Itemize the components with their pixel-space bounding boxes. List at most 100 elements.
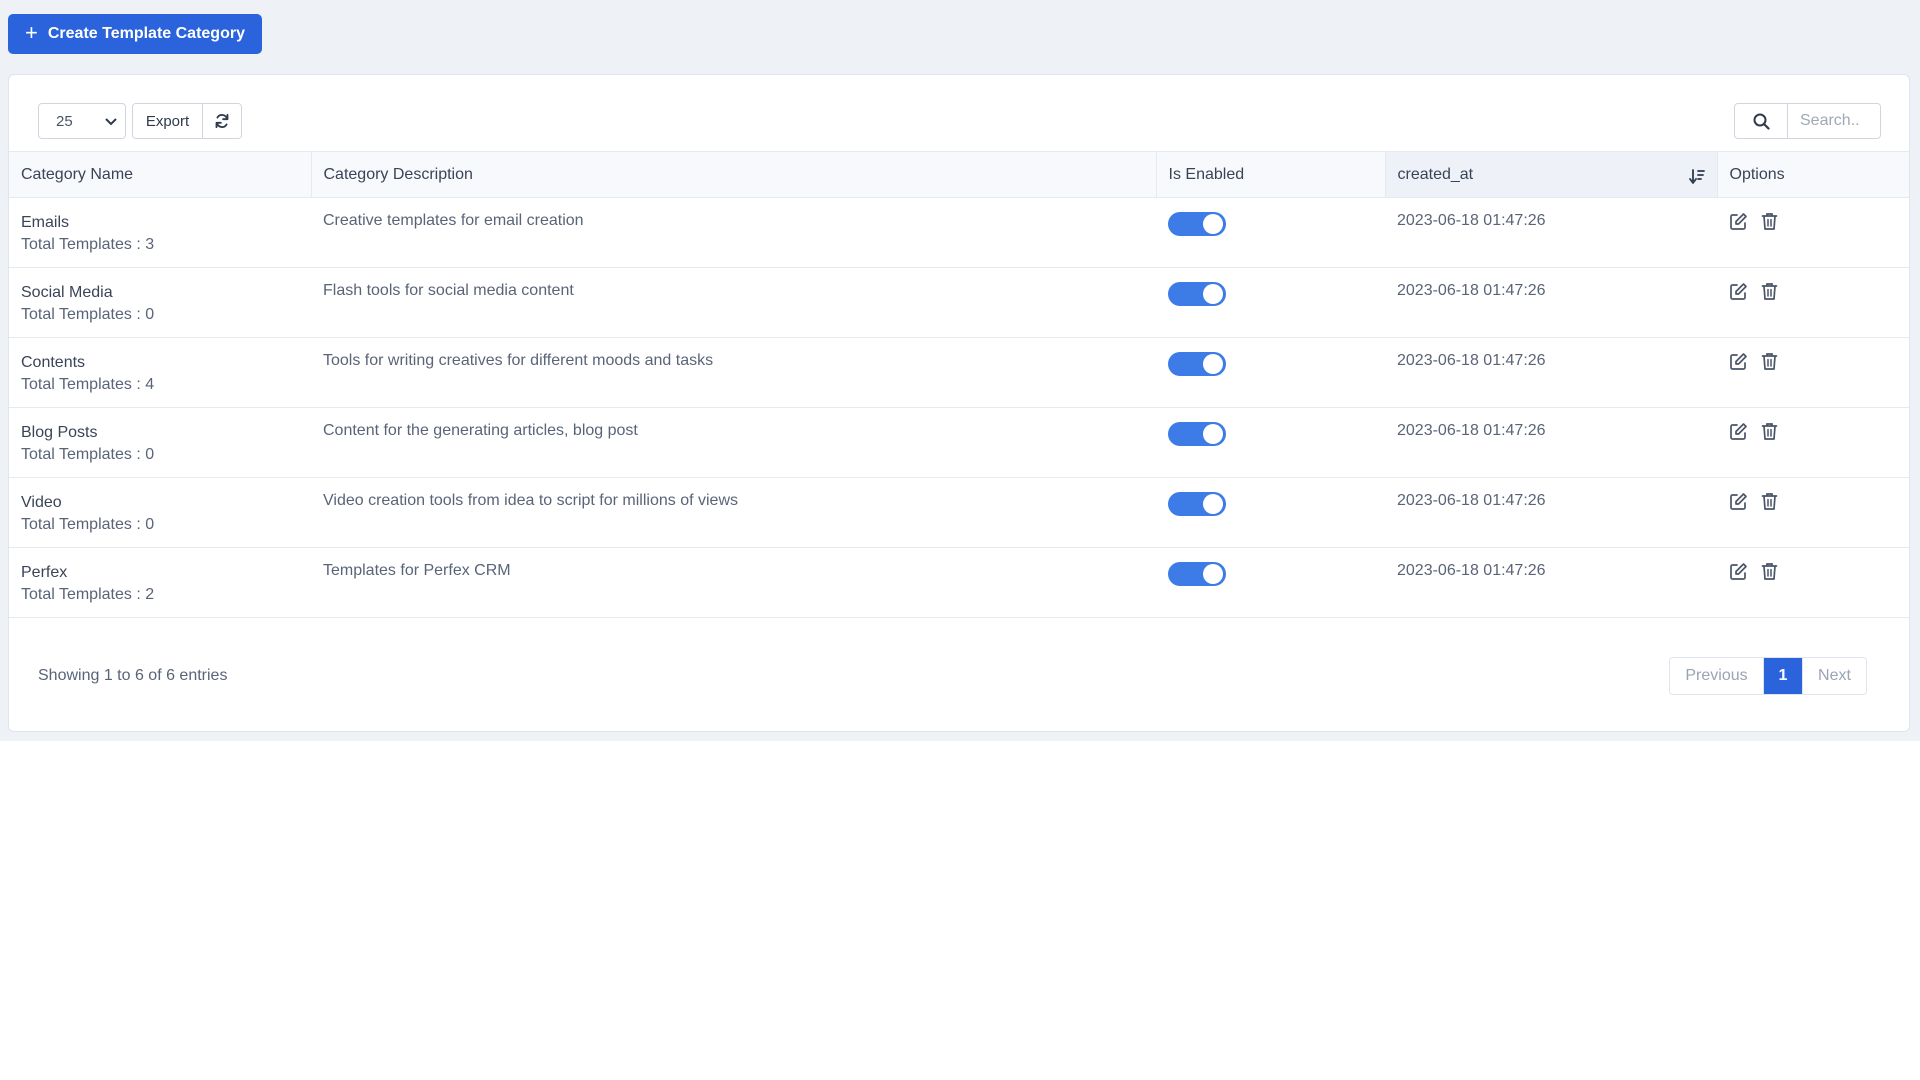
is-enabled-cell (1156, 267, 1385, 338)
search-input[interactable] (1788, 104, 1880, 138)
category-description-cell: Tools for writing creatives for differen… (311, 337, 1156, 408)
sort-descending-icon (1688, 168, 1705, 191)
column-header-category-name[interactable]: Category Name (9, 151, 311, 198)
refresh-button[interactable] (203, 104, 241, 138)
category-description: Creative templates for email creation (323, 212, 584, 229)
entries-info: Showing 1 to 6 of 6 entries (38, 667, 228, 684)
category-description: Video creation tools from idea to script… (323, 492, 738, 509)
edit-icon[interactable] (1729, 352, 1748, 371)
refresh-icon (215, 113, 229, 129)
enabled-toggle[interactable] (1168, 422, 1226, 446)
column-header-category-description[interactable]: Category Description (310, 151, 1156, 198)
category-description-cell: Creative templates for email creation (311, 197, 1156, 268)
column-header-is-enabled[interactable]: Is Enabled (1155, 151, 1385, 198)
created-at-value: 2023-06-18 01:47:26 (1397, 282, 1546, 299)
total-templates-count: Total Templates : 0 (21, 306, 155, 323)
options-cell (1717, 477, 1909, 548)
table-header-row: Category Name Category Description Is En… (9, 151, 1909, 198)
pagination: Previous 1 Next (1669, 657, 1867, 695)
options-cell (1717, 267, 1909, 338)
export-button-group: Export (132, 103, 242, 139)
trash-icon[interactable] (1761, 352, 1778, 371)
categories-table: Category Name Category Description Is En… (9, 151, 1909, 618)
options-cell (1717, 547, 1909, 618)
enabled-toggle[interactable] (1168, 492, 1226, 516)
table-row: Contents Total Templates : 4 Tools for w… (9, 337, 1909, 408)
category-name: Video (21, 494, 62, 511)
create-button-label: Create Template Category (47, 25, 245, 42)
categories-card: 25 Export Search.. Category Name Categor… (8, 74, 1910, 732)
created-at-cell: 2023-06-18 01:47:26 (1385, 547, 1717, 618)
category-name-cell: Blog Posts Total Templates : 0 (9, 407, 311, 478)
category-name-cell: Perfex Total Templates : 2 (9, 547, 311, 618)
created-at-value: 2023-06-18 01:47:26 (1397, 422, 1546, 439)
is-enabled-cell (1156, 337, 1385, 408)
trash-icon[interactable] (1761, 422, 1778, 441)
category-name-cell: Social Media Total Templates : 0 (9, 267, 311, 338)
toggle-knob (1203, 564, 1223, 584)
category-description: Flash tools for social media content (323, 282, 574, 299)
enabled-toggle[interactable] (1168, 352, 1226, 376)
enabled-toggle[interactable] (1168, 562, 1226, 586)
toggle-knob (1203, 424, 1223, 444)
trash-icon[interactable] (1761, 562, 1778, 581)
export-button[interactable]: Export (133, 104, 203, 138)
search-button[interactable] (1735, 104, 1788, 138)
is-enabled-cell (1156, 547, 1385, 618)
page-1-button[interactable]: 1 (1764, 658, 1802, 694)
category-description: Content for the generating articles, blo… (323, 422, 638, 439)
is-enabled-cell (1156, 407, 1385, 478)
toggle-knob (1203, 494, 1223, 514)
search-icon (1753, 113, 1770, 130)
enabled-toggle[interactable] (1168, 282, 1226, 306)
edit-icon[interactable] (1729, 492, 1748, 511)
edit-icon[interactable] (1729, 282, 1748, 301)
created-at-cell: 2023-06-18 01:47:26 (1385, 337, 1717, 408)
category-name-cell: Video Total Templates : 0 (9, 477, 311, 548)
created-at-cell: 2023-06-18 01:47:26 (1385, 267, 1717, 338)
options-cell (1717, 337, 1909, 408)
search-box (1734, 103, 1881, 139)
category-name: Contents (21, 354, 86, 371)
created-at-value: 2023-06-18 01:47:26 (1397, 492, 1546, 509)
table-row: Emails Total Templates : 3 Creative temp… (9, 197, 1909, 268)
category-description-cell: Flash tools for social media content (311, 267, 1156, 338)
created-at-header-label: created_at (1397, 165, 1474, 183)
edit-icon[interactable] (1729, 422, 1748, 441)
create-template-category-button[interactable]: + Create Template Category (8, 14, 262, 54)
column-header-created-at[interactable]: created_at (1384, 151, 1717, 198)
category-name: Emails (21, 214, 70, 231)
total-templates-count: Total Templates : 0 (21, 516, 155, 533)
category-name: Perfex (21, 564, 68, 581)
category-description-cell: Video creation tools from idea to script… (311, 477, 1156, 548)
page-size-select[interactable]: 25 (38, 103, 126, 139)
created-at-value: 2023-06-18 01:47:26 (1397, 352, 1546, 369)
created-at-value: 2023-06-18 01:47:26 (1397, 562, 1546, 579)
edit-icon[interactable] (1729, 212, 1748, 231)
category-name-cell: Contents Total Templates : 4 (9, 337, 311, 408)
trash-icon[interactable] (1761, 492, 1778, 511)
toggle-knob (1203, 354, 1223, 374)
options-cell (1717, 407, 1909, 478)
plus-icon: + (25, 20, 38, 45)
table-row: Video Total Templates : 0 Video creation… (9, 477, 1909, 548)
trash-icon[interactable] (1761, 212, 1778, 231)
table-row: Social Media Total Templates : 0 Flash t… (9, 267, 1909, 338)
total-templates-count: Total Templates : 2 (21, 586, 155, 603)
is-enabled-cell (1156, 197, 1385, 268)
toggle-knob (1203, 214, 1223, 234)
total-templates-count: Total Templates : 4 (21, 376, 155, 393)
previous-page-button[interactable]: Previous (1670, 658, 1764, 694)
toggle-knob (1203, 284, 1223, 304)
created-at-cell: 2023-06-18 01:47:26 (1385, 477, 1717, 548)
column-header-options: Options (1716, 151, 1909, 198)
edit-icon[interactable] (1729, 562, 1748, 581)
options-cell (1717, 197, 1909, 268)
trash-icon[interactable] (1761, 282, 1778, 301)
category-name: Social Media (21, 284, 113, 301)
next-page-button[interactable]: Next (1802, 658, 1866, 694)
enabled-toggle[interactable] (1168, 212, 1226, 236)
table-row: Blog Posts Total Templates : 0 Content f… (9, 407, 1909, 478)
created-at-cell: 2023-06-18 01:47:26 (1385, 197, 1717, 268)
table-row: Perfex Total Templates : 2 Templates for… (9, 547, 1909, 618)
